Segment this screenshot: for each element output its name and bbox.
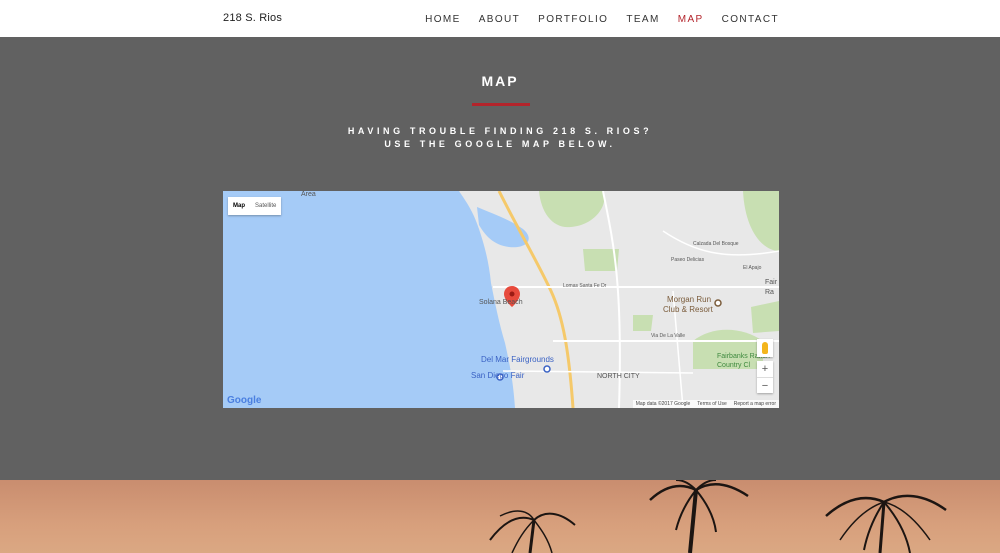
nav-item-contact[interactable]: CONTACT [722,14,779,25]
nav-item-team[interactable]: TEAM [626,14,659,25]
resort-pin-icon[interactable] [714,299,722,307]
nav-item-about[interactable]: ABOUT [479,14,520,25]
label-solana-beach: Solana Beach [479,299,523,306]
label-morgan-run: Morgan Run [667,295,712,304]
pegman-figure [762,342,768,354]
label-country-club: Country Cl [717,362,751,369]
nav-item-map[interactable]: MAP [678,14,704,25]
label-ra: Ra [765,289,774,296]
zoom-in-button[interactable]: + [757,361,773,377]
map-type-satellite-button[interactable]: Satellite [250,197,281,215]
street-view-pegman-icon[interactable] [757,339,773,357]
zoom-out-button[interactable]: − [757,377,773,393]
map-section: MAP HAVING TROUBLE FINDING 218 S. RIOS? … [0,37,1000,480]
marker-dot [509,291,515,297]
section-title: MAP [481,73,519,89]
label-via-de-la-valle: Via De La Valle [651,333,686,339]
google-logo[interactable]: Google [227,395,261,406]
title-divider [472,103,530,106]
label-area: Area [301,191,316,198]
top-navbar: 218 S. Rios HOME ABOUT PORTFOLIO TEAM MA… [0,0,1000,37]
label-del-mar-fairgrounds: Del Mar Fairgrounds [481,355,554,364]
palm-silhouette-image [489,480,947,553]
label-el-apajo: El Apajo [743,265,762,271]
fairgrounds-pin-icon[interactable] [543,365,551,373]
section-subtitle: HAVING TROUBLE FINDING 218 S. RIOS? USE … [0,125,1000,151]
subtitle-line-1: HAVING TROUBLE FINDING 218 S. RIOS? [347,126,653,136]
hero-image [0,480,1000,553]
label-lomas-santa-fe: Lomas Santa Fe Dr [563,283,607,289]
map-type-control: Map Satellite [228,197,282,215]
nav-item-portfolio[interactable]: PORTFOLIO [538,14,608,25]
label-paseo-delicias: Paseo Delicias [671,257,705,263]
map-park-6 [633,315,653,331]
map-data-credit: Map data ©2017 Google [635,401,691,407]
google-map[interactable]: Area Solana Beach Morgan Run Club & Reso… [223,191,779,408]
nav-item-home[interactable]: HOME [425,14,461,25]
report-map-error-link[interactable]: Report a map error [734,401,776,407]
map-type-map-button[interactable]: Map [228,197,250,215]
map-attribution: Map data ©2017 Google Terms of Use Repor… [632,400,779,408]
terms-of-use-link[interactable]: Terms of Use [697,401,726,407]
site-brand[interactable]: 218 S. Rios [223,12,282,24]
label-fair: Fair [765,279,778,286]
nav-menu: HOME ABOUT PORTFOLIO TEAM MAP CONTACT [407,14,779,25]
label-club-resort: Club & Resort [663,305,713,314]
label-san-diego-fair: San Diego Fair [471,371,525,380]
label-calzada-del-bosque: Calzada Del Bosque [693,241,739,247]
label-north-city: NORTH CITY [597,373,640,380]
zoom-control: + − [757,361,773,393]
subtitle-line-2: USE THE GOOGLE MAP BELOW. [384,139,616,149]
